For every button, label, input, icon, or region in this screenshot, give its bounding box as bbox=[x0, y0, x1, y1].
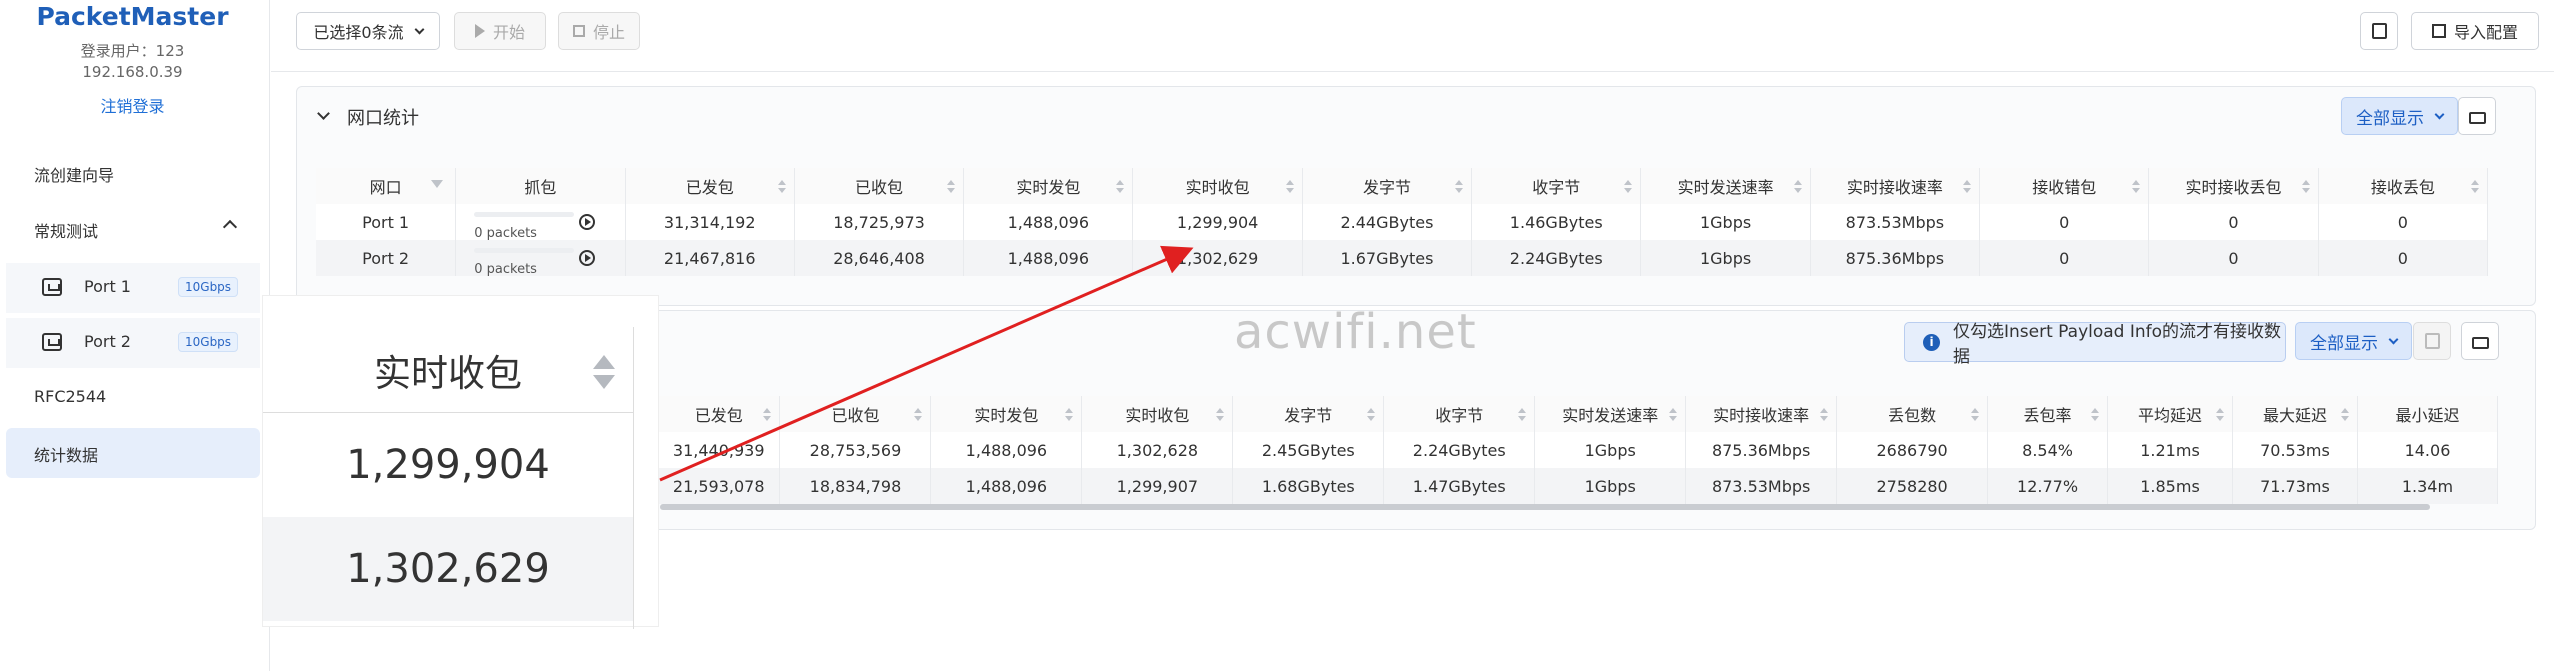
annotation-arrow bbox=[659, 245, 1194, 482]
